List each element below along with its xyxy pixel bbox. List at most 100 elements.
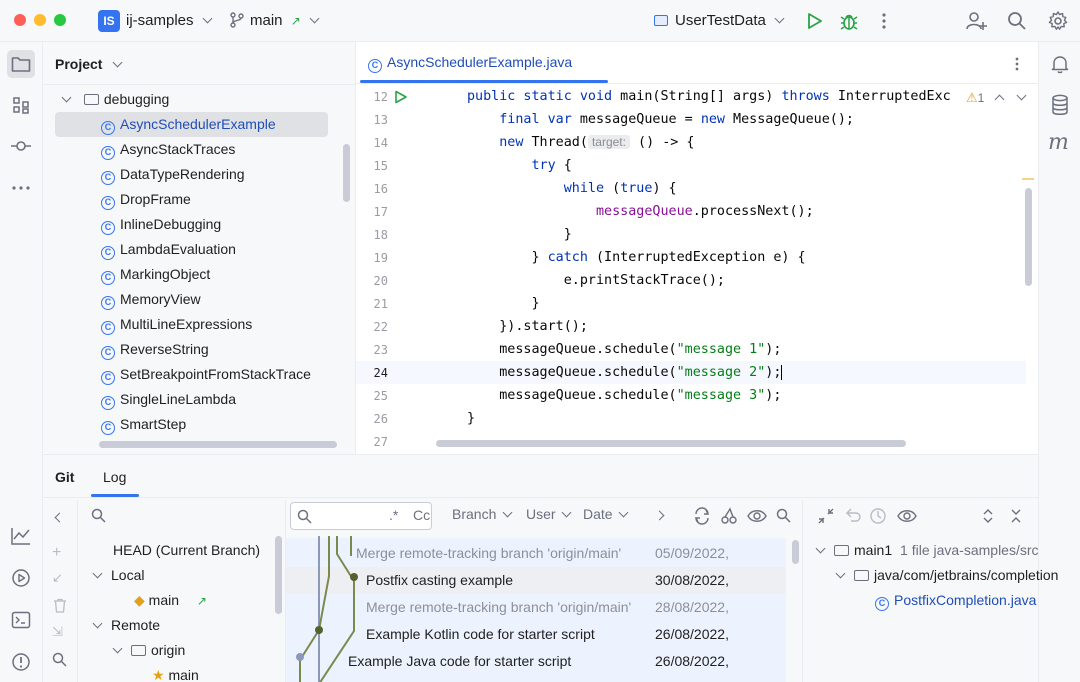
tab-log[interactable]: Log	[103, 469, 126, 485]
structure-tool-button[interactable]	[7, 91, 35, 119]
commit-node[interactable]	[315, 626, 323, 634]
tool-window-title-git[interactable]: Git	[55, 469, 74, 485]
line-number[interactable]: 17	[356, 205, 388, 219]
tree-item-asyncstacktraces[interactable]: C AsyncStackTraces	[101, 137, 235, 162]
compare-icon[interactable]: ⇲	[52, 624, 63, 640]
debug-icon[interactable]	[838, 10, 860, 32]
warning-marker[interactable]	[1022, 178, 1034, 180]
tab-options-icon[interactable]	[1008, 55, 1026, 73]
line-number[interactable]: 21	[356, 297, 388, 311]
tree-item-memoryview[interactable]: C MemoryView	[101, 287, 201, 312]
branch-group-remote[interactable]: Remote	[92, 613, 160, 638]
show-details-eye-icon[interactable]	[897, 507, 917, 525]
close-window-button[interactable]	[14, 14, 26, 26]
log-search-input[interactable]: .* Cc	[290, 502, 432, 530]
line-number[interactable]: 14	[356, 136, 388, 150]
branch-selector[interactable]: main ↗	[230, 12, 320, 29]
add-icon[interactable]: +	[52, 544, 61, 562]
search-branches-icon[interactable]	[52, 652, 67, 667]
notifications-bell-icon[interactable]	[1050, 54, 1070, 74]
commit-node[interactable]	[350, 573, 358, 581]
line-number[interactable]: 15	[356, 159, 388, 173]
eye-icon[interactable]	[747, 507, 767, 525]
services-tool-button[interactable]	[7, 522, 35, 550]
delete-icon[interactable]	[53, 598, 67, 613]
tree-item-asyncschedulerexample[interactable]: C AsyncSchedulerExample	[55, 112, 328, 137]
branch-origin-main[interactable]: ★ main	[152, 663, 199, 682]
tree-item-reversestring[interactable]: C ReverseString	[101, 337, 209, 362]
changes-package[interactable]: java/com/jetbrains/completion	[835, 563, 1058, 588]
tree-item-inlinedebugging[interactable]: C InlineDebugging	[101, 212, 221, 237]
run-icon[interactable]	[803, 10, 825, 32]
next-highlight-icon[interactable]	[1016, 90, 1027, 101]
run-gutter-icon[interactable]	[394, 90, 408, 104]
line-number[interactable]: 19	[356, 251, 388, 265]
filter-user[interactable]: User	[526, 506, 572, 522]
branch-local-main[interactable]: ◆ main ↗	[134, 588, 207, 613]
line-number[interactable]: 22	[356, 320, 388, 334]
expand-all-icon[interactable]	[981, 506, 995, 526]
add-user-icon[interactable]	[965, 10, 987, 32]
collapse-all-icon[interactable]	[1009, 506, 1023, 526]
zoom-window-button[interactable]	[54, 14, 66, 26]
line-number[interactable]: 23	[356, 343, 388, 357]
project-selector[interactable]: ij-samples	[126, 12, 213, 29]
collapse-branches-icon[interactable]	[54, 512, 65, 523]
search-icon[interactable]	[1006, 10, 1028, 32]
line-number[interactable]: 27	[356, 435, 388, 449]
tree-item-markingobject[interactable]: C MarkingObject	[101, 262, 210, 287]
tree-item-datatyperendering[interactable]: C DataTypeRendering	[101, 162, 245, 187]
refresh-icon[interactable]	[693, 507, 711, 525]
terminal-tool-button[interactable]	[7, 606, 35, 634]
match-case-toggle[interactable]: Cc	[413, 507, 430, 523]
problems-tool-button[interactable]	[7, 648, 35, 676]
database-icon[interactable]	[1050, 94, 1070, 116]
search-commits-icon[interactable]	[776, 508, 791, 523]
branch-head[interactable]: HEAD (Current Branch)	[113, 538, 260, 563]
tree-item-smartstep[interactable]: C SmartStep	[101, 412, 186, 437]
project-badge[interactable]: IS	[98, 10, 120, 32]
project-vertical-scrollbar[interactable]	[343, 144, 350, 202]
line-number[interactable]: 26	[356, 412, 388, 426]
run-config-selector[interactable]: UserTestData	[654, 12, 785, 29]
history-icon[interactable]	[869, 507, 887, 525]
log-scrollbar[interactable]	[792, 540, 799, 564]
run-tool-button[interactable]	[7, 564, 35, 592]
revert-icon[interactable]	[844, 507, 862, 525]
branch-group-local[interactable]: Local	[92, 563, 144, 588]
expand-diff-icon[interactable]	[817, 507, 835, 525]
maven-icon[interactable]: m	[1048, 130, 1069, 155]
line-number[interactable]: 13	[356, 113, 388, 127]
filter-date[interactable]: Date	[583, 506, 629, 522]
regex-toggle[interactable]: .*	[389, 507, 398, 523]
branch-remote-origin[interactable]: origin	[112, 638, 185, 663]
tree-item-singlelinelambda[interactable]: C SingleLineLambda	[101, 387, 236, 412]
branches-scrollbar[interactable]	[275, 536, 282, 614]
line-number[interactable]: 24	[356, 366, 388, 380]
line-number[interactable]: 25	[356, 389, 388, 403]
changed-file[interactable]: C PostfixCompletion.java	[875, 588, 1036, 613]
settings-gear-icon[interactable]	[1047, 10, 1069, 32]
tree-item-lambdaevaluation[interactable]: C LambdaEvaluation	[101, 237, 236, 262]
minimize-window-button[interactable]	[34, 14, 46, 26]
more-tools-button[interactable]	[7, 174, 35, 202]
inspection-widget[interactable]: ⚠1	[966, 90, 1027, 106]
tree-item-setbreakpointfromstacktrace[interactable]: C SetBreakpointFromStackTrace	[101, 362, 311, 387]
project-horizontal-scrollbar[interactable]	[99, 441, 337, 448]
more-options-icon[interactable]	[873, 10, 895, 32]
line-number[interactable]: 20	[356, 274, 388, 288]
line-number[interactable]: 16	[356, 182, 388, 196]
commit-node[interactable]	[296, 653, 304, 661]
tree-folder-debugging[interactable]: debugging	[61, 87, 169, 112]
update-icon[interactable]: ↙	[52, 570, 63, 586]
cherry-pick-icon[interactable]	[720, 507, 738, 525]
filter-branch[interactable]: Branch	[452, 506, 513, 522]
line-number[interactable]: 18	[356, 228, 388, 242]
editor-horizontal-scrollbar[interactable]	[436, 440, 906, 447]
tree-item-dropframe[interactable]: C DropFrame	[101, 187, 191, 212]
project-tool-button[interactable]	[7, 50, 35, 78]
more-filters-icon[interactable]	[654, 510, 665, 521]
previous-highlight-icon[interactable]	[994, 94, 1005, 105]
tree-item-multilineexpressions[interactable]: C MultiLineExpressions	[101, 312, 252, 337]
editor-vertical-scrollbar[interactable]	[1025, 188, 1032, 286]
